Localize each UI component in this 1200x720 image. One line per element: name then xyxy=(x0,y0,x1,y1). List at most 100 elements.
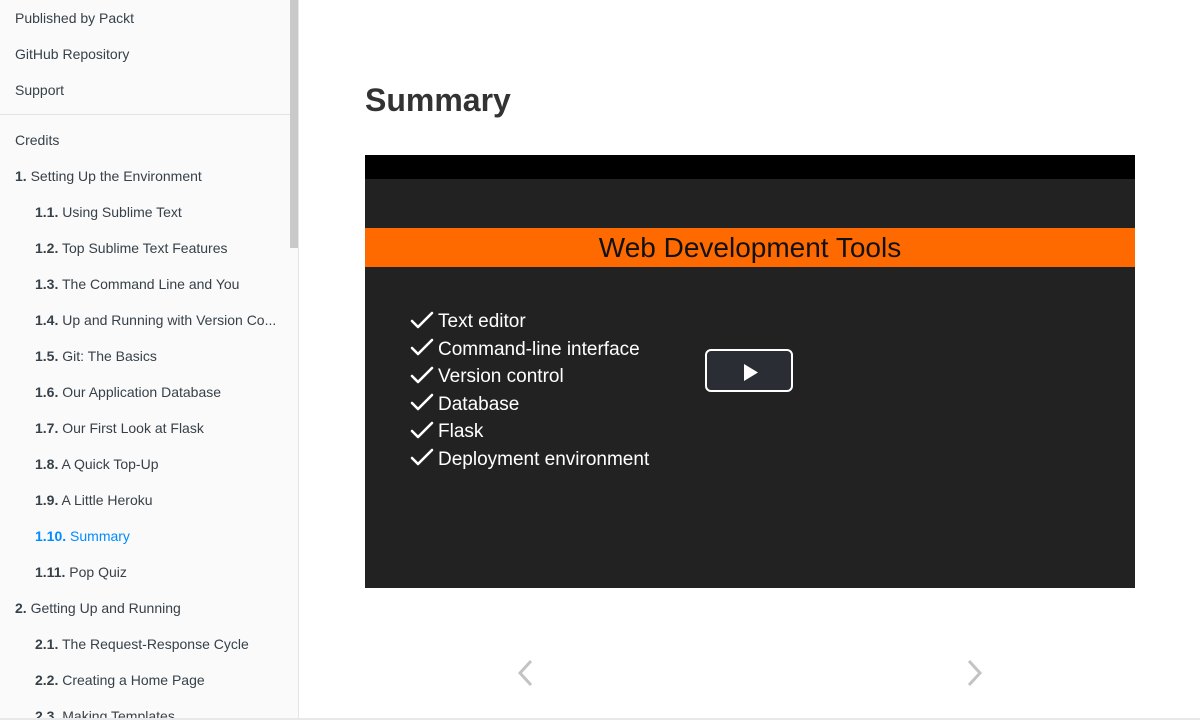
table-of-contents: Credits 1. Setting Up the Environment 1.1.… xyxy=(0,122,298,720)
play-button[interactable] xyxy=(705,349,793,392)
app-window: Published by Packt GitHub Repository Sup… xyxy=(0,0,1200,720)
sidebar-link-github[interactable]: GitHub Repository xyxy=(0,36,270,72)
sidebar-divider xyxy=(0,114,298,115)
sidebar-top-links: Published by Packt GitHub Repository Sup… xyxy=(0,0,298,108)
toc-number: 1.11. xyxy=(35,564,66,580)
toc-entry: 1.5. Git: The Basics xyxy=(0,338,298,374)
toc-link[interactable]: 1.3. The Command Line and You xyxy=(0,266,285,302)
toc-label: A Quick Top-Up xyxy=(61,456,159,472)
toc-entry: 1.11. Pop Quiz xyxy=(0,554,298,590)
toc-link[interactable]: 1.7. Our First Look at Flask xyxy=(0,410,285,446)
toc-entry: 1. Setting Up the Environment xyxy=(0,158,298,194)
toc-label: Our Application Database xyxy=(62,384,222,400)
toc-entry: 2.1. The Request-Response Cycle xyxy=(0,626,298,662)
checklist-item: Deployment environment xyxy=(410,446,649,474)
check-icon xyxy=(410,394,434,411)
checklist-item: Command-line interface xyxy=(410,336,649,364)
checklist-item: Database xyxy=(410,391,649,419)
toc-entry: 1.2. Top Sublime Text Features xyxy=(0,230,298,266)
toc-number: 2.1. xyxy=(35,636,59,652)
sidebar-link-support[interactable]: Support xyxy=(0,72,270,108)
toc-link[interactable]: 1.11. Pop Quiz xyxy=(0,554,285,590)
sidebar-link-packt[interactable]: Published by Packt xyxy=(0,0,270,36)
check-icon xyxy=(410,449,434,466)
check-icon xyxy=(410,311,434,329)
checklist-item: Text editor xyxy=(410,308,649,336)
toc-label: A Little Heroku xyxy=(61,492,153,508)
toc-number: 1.3. xyxy=(35,276,59,292)
chevron-right-icon xyxy=(967,659,983,687)
next-page-button[interactable] xyxy=(960,656,990,690)
play-icon xyxy=(744,364,758,381)
main-content: Summary Web Development Tools Text edito… xyxy=(300,0,1200,720)
chevron-left-icon xyxy=(517,659,533,687)
toc-label: Up and Running with Version Co... xyxy=(62,312,277,328)
toc-label: Git: The Basics xyxy=(62,348,157,364)
toc-label: The Command Line and You xyxy=(62,276,240,292)
toc-link[interactable]: 2. Getting Up and Running xyxy=(0,590,270,626)
toc-entry: 1.4. Up and Running with Version Co... xyxy=(0,302,298,338)
toc-link[interactable]: 2.1. The Request-Response Cycle xyxy=(0,626,285,662)
toc-label: Using Sublime Text xyxy=(62,204,182,220)
toc-link[interactable]: 1.4. Up and Running with Version Co... xyxy=(0,302,285,338)
toc-link[interactable]: 1.2. Top Sublime Text Features xyxy=(0,230,285,266)
toc-entry: 2.3. Making Templates xyxy=(0,698,298,720)
toc-number: 1.10. xyxy=(35,528,67,544)
toc-number: 1.5. xyxy=(35,348,59,364)
toc-label: Summary xyxy=(70,528,130,544)
check-icon xyxy=(410,421,434,439)
toc-link[interactable]: Credits xyxy=(0,122,270,158)
toc-entry: Credits xyxy=(0,122,298,158)
toc-link[interactable]: 2.3. Making Templates xyxy=(0,698,285,720)
video-banner: Web Development Tools xyxy=(365,228,1135,267)
toc-label: The Request-Response Cycle xyxy=(62,636,249,652)
checklist-item-label: Flask xyxy=(438,421,484,442)
toc-link[interactable]: 1.8. A Quick Top-Up xyxy=(0,446,285,482)
toc-number: 1.7. xyxy=(35,420,59,436)
video-player[interactable]: Web Development Tools Text editor Command… xyxy=(365,155,1135,588)
toc-entry: 1.7. Our First Look at Flask xyxy=(0,410,298,446)
check-icon xyxy=(410,339,434,356)
toc-link[interactable]: 1.1. Using Sublime Text xyxy=(0,194,285,230)
toc-number: 1.2. xyxy=(35,240,59,256)
checklist-item-label: Database xyxy=(438,393,520,415)
toc-label: Pop Quiz xyxy=(69,564,127,580)
toc-number: 2. xyxy=(15,600,27,616)
checklist-item: Flask xyxy=(410,418,649,446)
toc-number: 2.2. xyxy=(35,672,59,688)
toc-label: Our First Look at Flask xyxy=(62,420,204,436)
toc-link[interactable]: 1. Setting Up the Environment xyxy=(0,158,270,194)
checklist-item-label: Version control xyxy=(438,366,564,387)
checklist-item-label: Text editor xyxy=(438,311,526,332)
toc-entry: 1.1. Using Sublime Text xyxy=(0,194,298,230)
check-icon xyxy=(410,366,434,384)
toc-number: 1.6. xyxy=(35,384,59,400)
toc-link[interactable]: 2.2. Creating a Home Page xyxy=(0,662,285,698)
video-checklist: Text editor Command-line interface Version… xyxy=(410,308,649,473)
previous-page-button[interactable] xyxy=(510,656,540,690)
toc-label: Top Sublime Text Features xyxy=(62,240,228,256)
toc-number: 1.9. xyxy=(35,492,59,508)
checklist-item-label: Deployment environment xyxy=(438,448,650,470)
toc-link[interactable]: 1.6. Our Application Database xyxy=(0,374,285,410)
toc-label: Setting Up the Environment xyxy=(30,168,202,184)
toc-entry: 1.9. A Little Heroku xyxy=(0,482,298,518)
sidebar: Published by Packt GitHub Repository Sup… xyxy=(0,0,299,720)
toc-entry: 2. Getting Up and Running xyxy=(0,590,298,626)
toc-number: 1.1. xyxy=(35,204,59,220)
toc-link[interactable]: 1.5. Git: The Basics xyxy=(0,338,285,374)
checklist-item: Version control xyxy=(410,363,649,391)
toc-link[interactable]: 1.10. Summary xyxy=(0,518,285,554)
toc-label: Creating a Home Page xyxy=(62,672,205,688)
toc-number: 1.8. xyxy=(35,456,59,472)
toc-entry: 1.8. A Quick Top-Up xyxy=(0,446,298,482)
sidebar-scrollbar[interactable] xyxy=(290,0,298,248)
page-title: Summary xyxy=(365,82,511,118)
toc-entry: 1.10. Summary xyxy=(0,518,298,554)
toc-label: Getting Up and Running xyxy=(30,600,181,616)
toc-number: 1.4. xyxy=(35,312,59,328)
toc-number: 1. xyxy=(15,168,27,184)
toc-link[interactable]: 1.9. A Little Heroku xyxy=(0,482,285,518)
checklist-item-label: Command-line interface xyxy=(438,338,640,360)
video-top-bar xyxy=(365,155,1135,179)
